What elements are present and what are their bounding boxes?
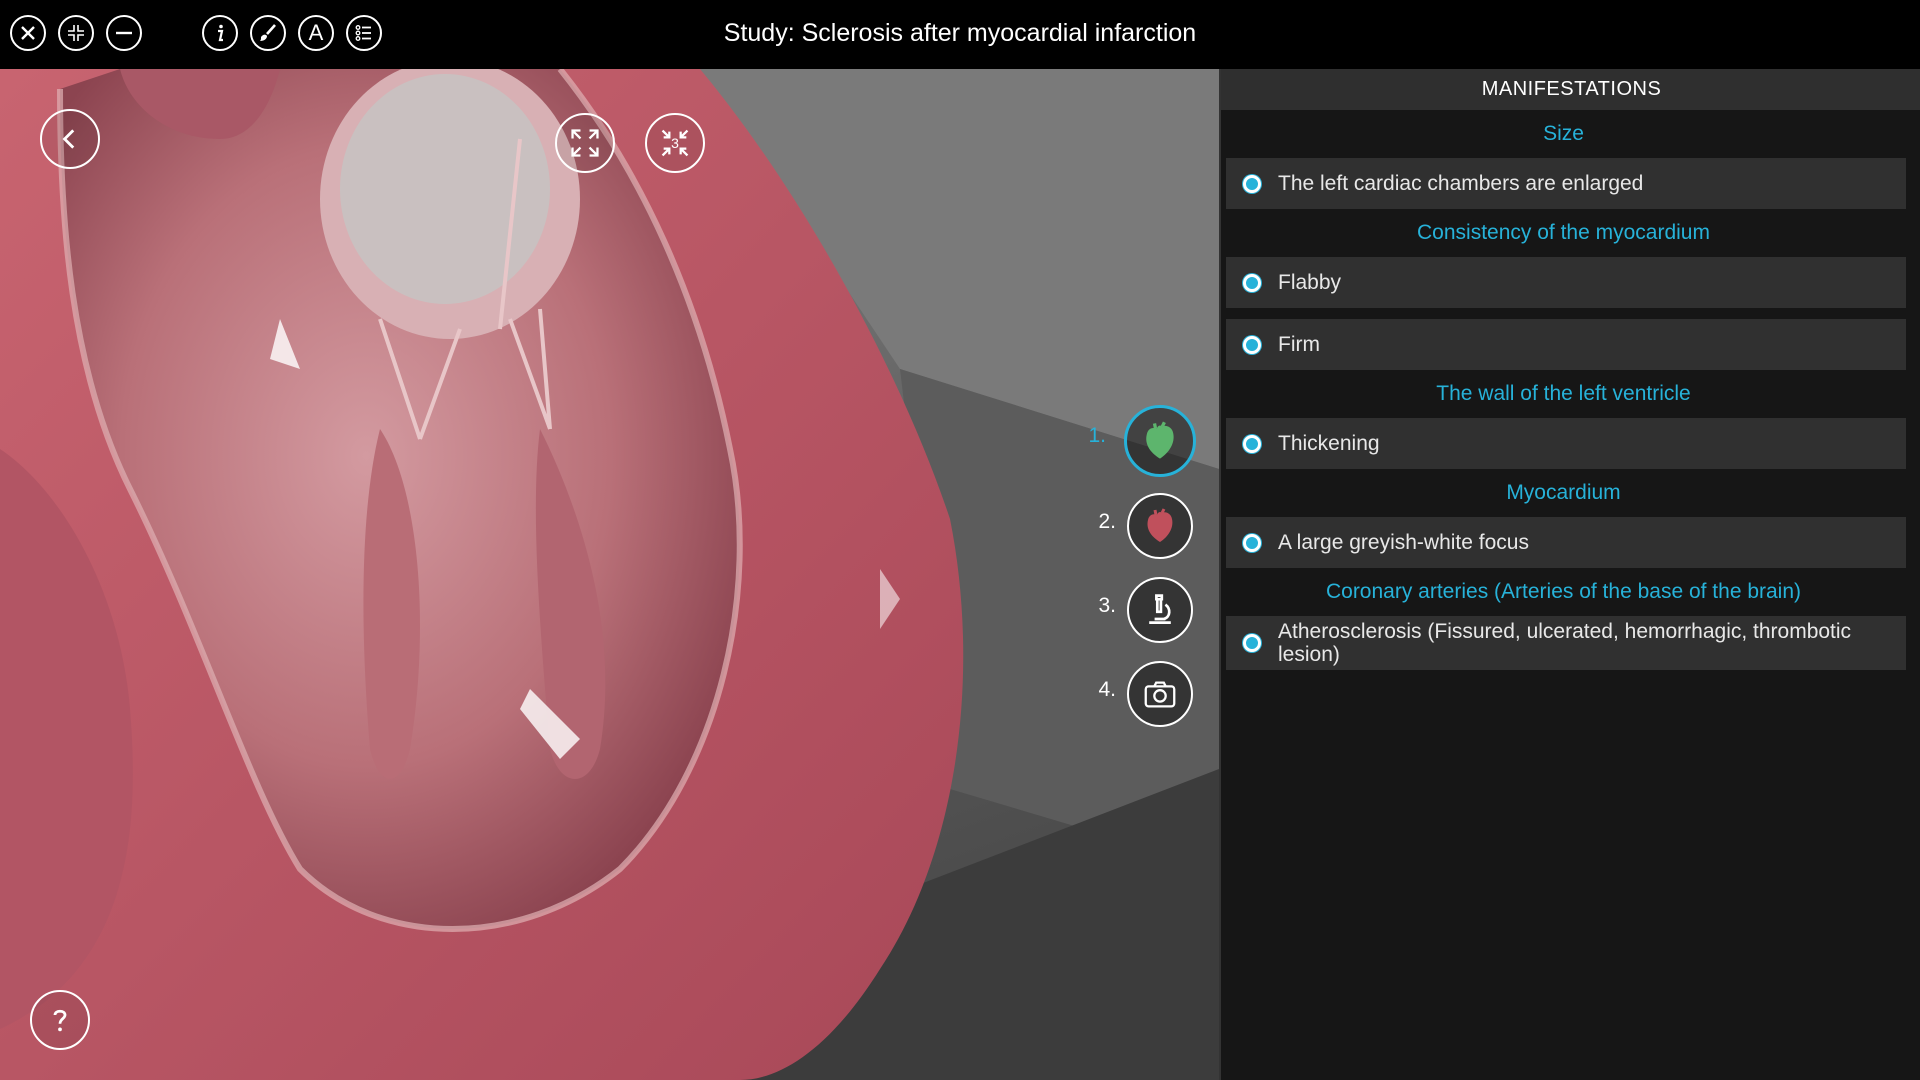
microscope-icon	[1149, 594, 1171, 624]
brush-button[interactable]	[250, 15, 286, 51]
list-item[interactable]: A large greyish-white focus	[1226, 517, 1906, 568]
radio-dot-icon	[1243, 174, 1261, 193]
view-4-button[interactable]	[1127, 661, 1193, 727]
brush-icon	[260, 24, 276, 41]
category-wall: The wall of the left ventricle	[1436, 382, 1691, 405]
expand-icon	[571, 129, 599, 157]
item-label: Flabby	[1278, 271, 1342, 294]
expand-button[interactable]	[555, 113, 615, 173]
item-label: Firm	[1278, 333, 1320, 356]
category-myocardium: Myocardium	[1506, 481, 1621, 504]
chevron-left-icon	[62, 129, 75, 149]
3d-viewport[interactable]: 3 1. 2. 3. 4.	[0, 69, 1219, 1080]
radio-dot-icon	[1243, 533, 1261, 552]
letter-a-icon: A	[308, 20, 324, 45]
view-number-1: 1.	[1088, 424, 1106, 447]
info-icon	[218, 24, 224, 42]
list-item[interactable]: The left cardiac chambers are enlarged	[1226, 158, 1906, 209]
zoom-badge: 3	[671, 135, 679, 151]
view-2-button[interactable]	[1127, 493, 1193, 559]
camera-icon	[1144, 681, 1176, 708]
category-consistency: Consistency of the myocardium	[1417, 221, 1710, 244]
heart-green-icon	[1146, 421, 1174, 459]
category-coronary: Coronary arteries (Arteries of the base …	[1325, 580, 1802, 603]
panel-header: MANIFESTATIONS	[1221, 69, 1920, 110]
close-button[interactable]	[10, 15, 46, 51]
list-item[interactable]: Atherosclerosis (Fissured, ulcerated, he…	[1226, 616, 1906, 670]
list-item[interactable]: Firm	[1226, 319, 1906, 370]
shrink-icon	[68, 25, 84, 41]
info-button[interactable]	[202, 15, 238, 51]
collapse-button[interactable]: 3	[645, 113, 705, 173]
radio-dot-icon	[1243, 273, 1261, 292]
annotation-button[interactable]: A	[298, 15, 334, 51]
heart-red-icon	[1147, 508, 1173, 542]
item-label: Thickening	[1278, 432, 1380, 455]
manifestations-panel: MANIFESTATIONS Size The left cardiac cha…	[1219, 69, 1920, 1080]
view-1-button[interactable]	[1124, 405, 1196, 477]
minus-icon	[116, 31, 132, 35]
question-icon	[53, 1009, 67, 1032]
back-button[interactable]	[40, 109, 100, 169]
radio-dot-icon	[1243, 335, 1261, 354]
view-number-2: 2.	[1098, 510, 1116, 533]
list-item[interactable]: Thickening	[1226, 418, 1906, 469]
heart-model[interactable]	[0, 69, 1219, 1080]
item-label: A large greyish-white focus	[1278, 531, 1529, 554]
minimize-button[interactable]	[106, 15, 142, 51]
list-icon	[355, 25, 371, 41]
list-item[interactable]: Flabby	[1226, 257, 1906, 308]
page-title: Study: Sclerosis after myocardial infarc…	[723, 19, 1197, 47]
top-bar: A Study: Sclerosis after myocardial infa…	[0, 0, 1920, 69]
view-3-button[interactable]	[1127, 577, 1193, 643]
radio-dot-icon	[1243, 634, 1261, 652]
close-icon	[21, 26, 35, 40]
help-button[interactable]	[30, 990, 90, 1050]
item-label: Atherosclerosis (Fissured, ulcerated, he…	[1278, 620, 1852, 666]
item-label: The left cardiac chambers are enlarged	[1278, 172, 1644, 195]
view-number-3: 3.	[1098, 594, 1116, 617]
category-size: Size	[1543, 122, 1584, 145]
view-number-4: 4.	[1098, 678, 1116, 701]
shrink-button[interactable]	[58, 15, 94, 51]
list-button[interactable]	[346, 15, 382, 51]
radio-dot-icon	[1243, 434, 1261, 453]
